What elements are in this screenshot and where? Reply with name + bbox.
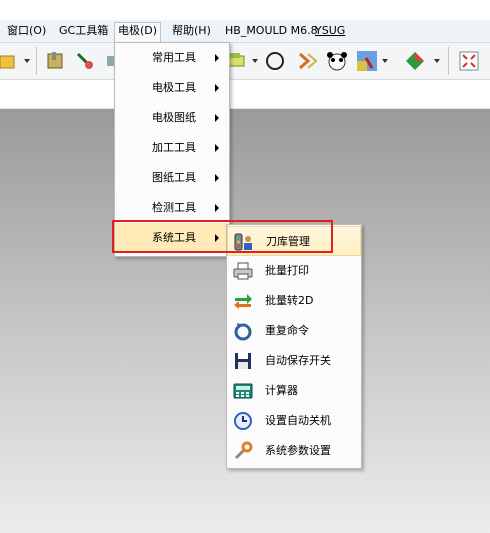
submenu-arrow-icon xyxy=(215,204,219,212)
submenu-arrow-icon xyxy=(215,54,219,62)
menu-bar: 窗口(O) GC工具箱 电极(D) 帮助(H) HB_MOULD M6.8 YS… xyxy=(0,20,490,43)
secondary-toolbar xyxy=(0,80,490,109)
menu-ysug[interactable]: YSUG xyxy=(312,23,348,39)
system-tools-submenu: 刀库管理 批量打印 批量转2D 重复命令 自动保存开关 计算器 设置自动关机 系… xyxy=(226,224,362,469)
printer-icon xyxy=(233,262,253,280)
menu-item-autosave-toggle[interactable]: 自动保存开关 xyxy=(227,346,361,376)
toolbar-separator xyxy=(448,47,449,75)
clock-icon xyxy=(234,412,252,430)
menu-item-label: 电极图纸 xyxy=(152,111,196,124)
menu-item-label: 加工工具 xyxy=(152,141,196,154)
menu-item-electrode-drawing[interactable]: 电极图纸 xyxy=(115,103,229,133)
panda-icon[interactable] xyxy=(326,50,348,72)
menu-item-label: 批量打印 xyxy=(265,264,309,277)
wrench-icon xyxy=(234,441,253,460)
menu-item-label: 计算器 xyxy=(265,384,298,397)
menu-item-label: 设置自动关机 xyxy=(265,414,331,427)
convert-arrows-icon xyxy=(234,294,252,309)
dropdown-arrow-icon[interactable] xyxy=(252,59,258,63)
menu-item-label: 重复命令 xyxy=(265,324,309,337)
menu-item-label: 常用工具 xyxy=(152,51,196,64)
menu-item-electrode-tools[interactable]: 电极工具 xyxy=(115,73,229,103)
menu-item-repeat-command[interactable]: 重复命令 xyxy=(227,316,361,346)
menu-item-label: 批量转2D xyxy=(265,294,314,307)
menu-item-common-tools[interactable]: 常用工具 xyxy=(115,43,229,73)
menu-item-label: 检测工具 xyxy=(152,201,196,214)
menu-item-inspection-tools[interactable]: 检测工具 xyxy=(115,193,229,223)
dropdown-arrow-icon[interactable] xyxy=(434,59,440,63)
circle-icon[interactable] xyxy=(264,50,286,72)
menu-item-machining-tools[interactable]: 加工工具 xyxy=(115,133,229,163)
menu-item-system-settings[interactable]: 系统参数设置 xyxy=(227,436,361,466)
fit-view-icon[interactable] xyxy=(458,50,480,72)
annotation-highlight-box xyxy=(112,220,333,253)
pick-tool-icon[interactable] xyxy=(74,50,96,72)
menu-item-auto-shutdown[interactable]: 设置自动关机 xyxy=(227,406,361,436)
calculator-icon xyxy=(233,383,253,399)
folder-icon[interactable] xyxy=(0,50,22,72)
color-pick-icon[interactable] xyxy=(356,50,378,72)
menu-item-label: 自动保存开关 xyxy=(265,354,331,367)
menu-item-label: 图纸工具 xyxy=(152,171,196,184)
menu-item-label: 系统参数设置 xyxy=(265,444,331,457)
dropdown-arrow-icon[interactable] xyxy=(24,59,30,63)
menu-gc-toolbox[interactable]: GC工具箱 xyxy=(56,23,111,39)
menu-electrode[interactable]: 电极(D) xyxy=(114,22,162,42)
repeat-icon xyxy=(234,323,252,341)
move-icon[interactable] xyxy=(296,50,318,72)
save-floppy-icon xyxy=(235,353,251,369)
menu-item-label: 电极工具 xyxy=(152,81,196,94)
menu-window[interactable]: 窗口(O) xyxy=(4,23,49,39)
submenu-arrow-icon xyxy=(215,144,219,152)
submenu-arrow-icon xyxy=(215,114,219,122)
submenu-arrow-icon xyxy=(215,174,219,182)
part-tool-icon[interactable] xyxy=(44,50,66,72)
submenu-arrow-icon xyxy=(215,84,219,92)
menu-item-drawing-tools[interactable]: 图纸工具 xyxy=(115,163,229,193)
menu-help[interactable]: 帮助(H) xyxy=(169,23,214,39)
menu-hb-mould[interactable]: HB_MOULD M6.8 xyxy=(222,23,321,39)
diamond-tool-icon[interactable] xyxy=(404,50,426,72)
menu-item-calculator[interactable]: 计算器 xyxy=(227,376,361,406)
menu-item-batch-print[interactable]: 批量打印 xyxy=(227,256,361,286)
menu-item-batch-to-2d[interactable]: 批量转2D xyxy=(227,286,361,316)
toolbar-separator xyxy=(36,47,37,75)
toolbar xyxy=(0,43,490,80)
dropdown-arrow-icon[interactable] xyxy=(382,59,388,63)
